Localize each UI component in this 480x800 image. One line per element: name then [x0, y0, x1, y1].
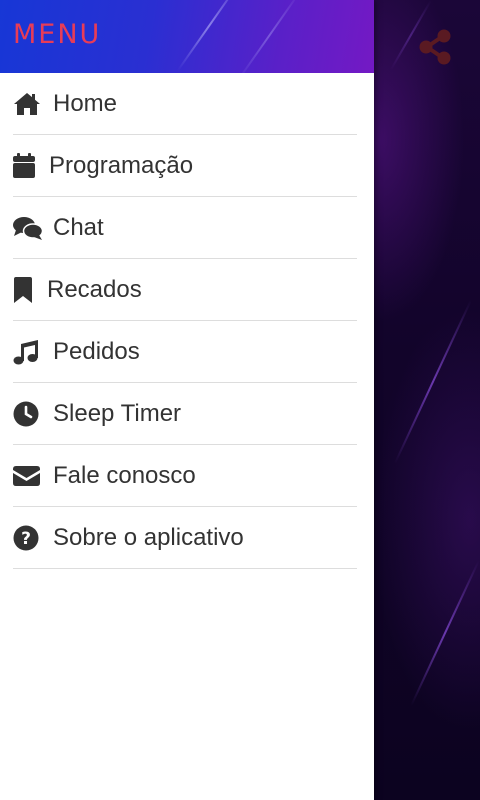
- envelope-icon: [13, 463, 43, 489]
- home-icon: [13, 91, 43, 117]
- menu-item-chat[interactable]: Chat: [13, 197, 357, 259]
- svg-text:?: ?: [21, 529, 31, 549]
- menu-item-fale-conosco[interactable]: Fale conosco: [13, 445, 357, 507]
- menu-item-sleep-timer[interactable]: Sleep Timer: [13, 383, 357, 445]
- menu-item-label: Home: [53, 89, 118, 117]
- menu-item-label: Sobre o aplicativo: [53, 523, 244, 551]
- menu-item-home[interactable]: Home: [13, 73, 357, 135]
- menu-item-label: Fale conosco: [53, 461, 196, 489]
- menu-item-pedidos[interactable]: Pedidos: [13, 321, 357, 383]
- menu-item-recados[interactable]: Recados: [13, 259, 357, 321]
- menu-item-programacao[interactable]: Programação: [13, 135, 357, 197]
- share-icon: [419, 29, 451, 65]
- menu-item-label: Sleep Timer: [53, 399, 182, 427]
- menu-item-label: Programação: [49, 151, 194, 179]
- screen: MENU Home Programação Chat Recados Pedid…: [0, 0, 480, 800]
- menu-item-label: Chat: [53, 213, 104, 241]
- music-icon: [13, 339, 43, 365]
- chat-icon: [13, 215, 43, 241]
- calendar-icon: [13, 153, 39, 179]
- bookmark-icon: [13, 276, 37, 303]
- menu-item-sobre-o-aplicativo[interactable]: ? Sobre o aplicativo: [13, 507, 357, 569]
- navigation-drawer: MENU Home Programação Chat Recados Pedid…: [0, 0, 374, 800]
- menu-list: Home Programação Chat Recados Pedidos Sl…: [0, 73, 374, 569]
- question-circle-icon: ?: [13, 525, 43, 551]
- drawer-title: MENU: [13, 19, 102, 50]
- share-button[interactable]: [414, 26, 456, 68]
- menu-item-label: Recados: [47, 275, 142, 303]
- drawer-header: MENU: [0, 0, 374, 73]
- menu-item-label: Pedidos: [53, 337, 140, 365]
- clock-icon: [13, 401, 43, 427]
